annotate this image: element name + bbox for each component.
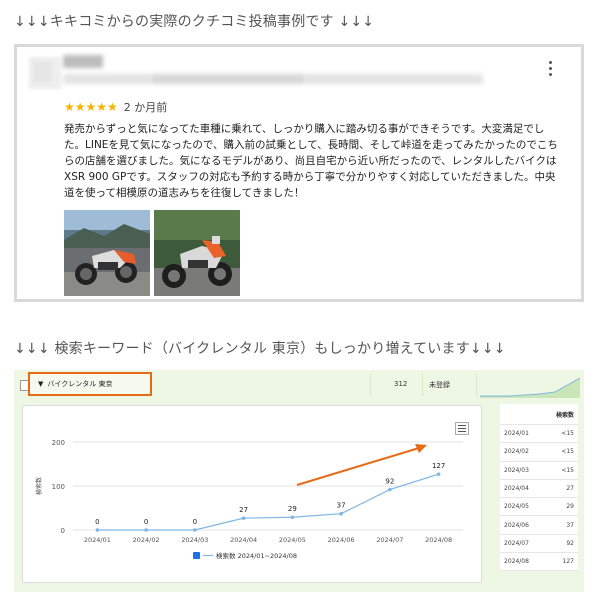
table-month: 2024/04 bbox=[500, 479, 544, 499]
y-axis-label: 検索数 bbox=[35, 477, 43, 495]
table-month: 2024/01 bbox=[500, 424, 544, 444]
table-row: 2024/05 29 bbox=[500, 497, 578, 517]
motorcycle-photo-forest-icon bbox=[154, 210, 240, 296]
review-date: 2 か月前 bbox=[123, 101, 168, 114]
table-month: 2024/07 bbox=[500, 534, 544, 554]
trend-arrow-icon bbox=[296, 447, 420, 486]
data-label: 0 bbox=[144, 518, 148, 526]
reviews-heading: ↓↓↓キキコミからの実際のクチコミ投稿事例です ↓↓↓ bbox=[14, 14, 375, 30]
data-point bbox=[290, 515, 295, 520]
monthly-search-table: 検索数 2024/01 <15 2024/02 <15 2024/03 <15 2024/0… bbox=[500, 404, 578, 572]
table-value: 127 bbox=[543, 552, 578, 572]
sparkline-chart bbox=[480, 377, 580, 398]
search-keyword-panel: ▼ バイクレンタル 東京 312 未登録 0 100 200 検索数 2024/01 20… bbox=[14, 370, 584, 592]
data-label: 29 bbox=[288, 505, 297, 513]
line-chart: 0 100 200 検索数 2024/01 2024/02 2024/03 2024/04 20… bbox=[35, 439, 463, 560]
x-tick-label: 2024/03 bbox=[181, 536, 208, 544]
table-header: 検索数 bbox=[543, 404, 578, 425]
legend-label: 検索数 2024/01~2024/08 bbox=[216, 551, 297, 560]
data-label: 0 bbox=[95, 518, 99, 526]
table-month: 2024/02 bbox=[500, 442, 544, 462]
table-row: 2024/01 <15 bbox=[500, 424, 578, 444]
y-tick-label: 200 bbox=[52, 439, 65, 447]
divider bbox=[476, 374, 477, 396]
data-point bbox=[339, 511, 343, 516]
table-value: <15 bbox=[543, 442, 578, 462]
registration-status: 未登録 bbox=[429, 381, 450, 389]
legend-checkbox-icon bbox=[193, 552, 200, 559]
data-point bbox=[95, 528, 100, 532]
table-month: 2024/05 bbox=[500, 497, 544, 517]
review-photo-1[interactable] bbox=[64, 210, 150, 296]
star-rating-icon: ★★★★★ bbox=[64, 100, 118, 114]
table-month: 2024/08 bbox=[500, 552, 544, 572]
chevron-down-icon: ▼ bbox=[38, 380, 44, 388]
x-tick-label: 2024/01 bbox=[84, 536, 111, 544]
table-month: 2024/03 bbox=[500, 461, 544, 480]
keywords-heading: ↓↓↓ 検索キーワード（バイクレンタル 東京）もしっかり増えています↓↓↓ bbox=[14, 341, 506, 357]
line-chart-container: 0 100 200 検索数 2024/01 2024/02 2024/03 2024/04 20… bbox=[22, 405, 482, 583]
data-point bbox=[241, 516, 246, 520]
y-tick-label: 0 bbox=[61, 527, 65, 535]
x-tick-label: 2024/04 bbox=[230, 536, 257, 544]
table-value: 27 bbox=[543, 479, 578, 499]
review-text: 発売からずっと気になってた車種に乗れて、しっかり購入に踏み切る事ができそうです。… bbox=[64, 123, 558, 199]
data-label: 0 bbox=[193, 518, 197, 526]
divider bbox=[422, 374, 423, 396]
table-row: 2024/08 127 bbox=[500, 552, 578, 572]
data-point bbox=[144, 528, 148, 532]
rating-row: ★★★★★ 2 か月前 bbox=[64, 99, 167, 115]
x-tick-label: 2024/08 bbox=[425, 536, 452, 544]
keyword-highlight-box[interactable]: ▼ バイクレンタル 東京 bbox=[28, 372, 152, 396]
review-photo-2[interactable] bbox=[154, 210, 240, 296]
divider bbox=[370, 374, 371, 396]
table-row: 2024/07 92 bbox=[500, 534, 578, 554]
table-row: 2024/04 27 bbox=[500, 479, 578, 499]
avatar bbox=[29, 57, 61, 89]
data-label: 37 bbox=[337, 502, 346, 510]
data-label: 127 bbox=[432, 462, 445, 470]
review-card: ★★★★★ 2 か月前 発売からずっと気になってた車種に乗れて、しっかり購入に踏… bbox=[14, 44, 584, 302]
keyword-label: バイクレンタル 東京 bbox=[47, 380, 113, 388]
table-value: <15 bbox=[543, 461, 578, 480]
motorcycle-photo-lake-icon bbox=[64, 210, 150, 296]
reviewer-meta-blurred bbox=[63, 74, 483, 84]
table-value: <15 bbox=[543, 424, 578, 444]
reviewer-name-blurred bbox=[63, 55, 103, 68]
chart-menu-icon[interactable] bbox=[455, 422, 469, 435]
y-tick-label: 100 bbox=[52, 483, 65, 491]
table-value: 29 bbox=[543, 497, 578, 517]
x-tick-label: 2024/05 bbox=[279, 536, 306, 544]
data-point bbox=[436, 472, 441, 476]
table-value: 92 bbox=[543, 534, 578, 554]
keyword-row: ▼ バイクレンタル 東京 312 未登録 bbox=[14, 370, 584, 400]
table-value: 37 bbox=[543, 515, 578, 535]
search-volume: 312 bbox=[394, 380, 408, 388]
data-point bbox=[388, 487, 392, 492]
table-row: 2024/02 <15 bbox=[500, 442, 578, 462]
data-label: 27 bbox=[239, 506, 248, 514]
x-tick-label: 2024/07 bbox=[376, 536, 403, 544]
table-row: 2024/03 <15 bbox=[500, 461, 578, 480]
table-row: 2024/06 37 bbox=[500, 515, 578, 535]
more-options-icon[interactable] bbox=[545, 61, 555, 79]
x-tick-label: 2024/06 bbox=[328, 536, 355, 544]
x-tick-label: 2024/02 bbox=[133, 536, 160, 544]
data-label: 92 bbox=[385, 478, 394, 486]
table-month: 2024/06 bbox=[500, 515, 544, 535]
data-point bbox=[193, 528, 197, 532]
